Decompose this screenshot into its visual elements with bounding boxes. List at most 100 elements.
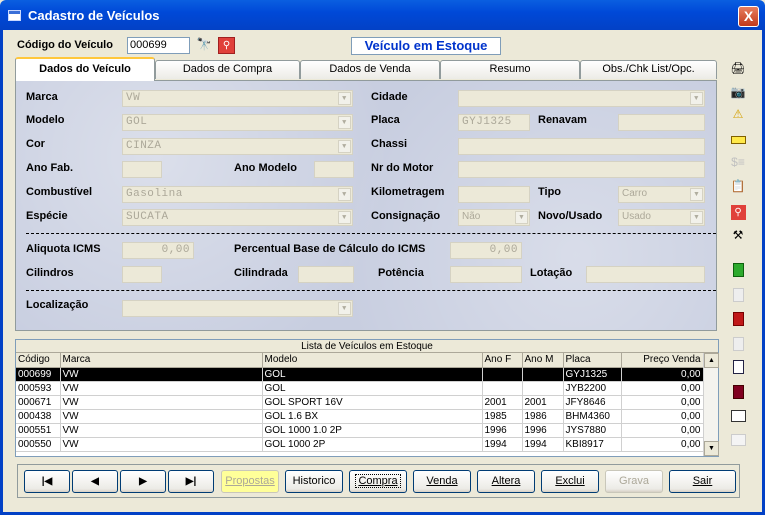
lotacao-input[interactable] bbox=[586, 266, 705, 283]
doc-disabled-icon[interactable] bbox=[728, 288, 748, 308]
search-red-icon[interactable]: ⚲ bbox=[728, 201, 748, 221]
compra-button[interactable]: Compra bbox=[349, 470, 407, 493]
localizacao-select[interactable]: ▼ bbox=[122, 300, 353, 317]
marca-select[interactable]: VW ▼ bbox=[122, 90, 353, 107]
tab-obs[interactable]: Obs./Chk List/Opc. bbox=[580, 60, 717, 79]
tab-dados-veiculo[interactable]: Dados do Veículo bbox=[15, 57, 155, 81]
form-icon[interactable] bbox=[728, 408, 748, 428]
novousado-select[interactable]: Usado ▼ bbox=[618, 209, 705, 226]
codigo-label: Código do Veículo bbox=[17, 39, 113, 51]
grid-header-cell[interactable]: Ano M bbox=[522, 353, 564, 368]
historico-label: Historico bbox=[292, 475, 336, 487]
km-input[interactable] bbox=[458, 186, 530, 203]
tab-dados-compra[interactable]: Dados de Compra bbox=[155, 60, 300, 79]
vehicle-grid[interactable]: Lista de Veículos em Estoque Código Marca… bbox=[15, 339, 719, 457]
grid-header-cell[interactable]: Marca bbox=[60, 353, 263, 368]
placa-label: Placa bbox=[371, 114, 400, 126]
doc-blue-icon[interactable] bbox=[728, 360, 748, 380]
novousado-label: Novo/Usado bbox=[538, 210, 603, 222]
first-icon: |◀ bbox=[41, 476, 53, 487]
icms-input[interactable]: 0,00 bbox=[122, 242, 194, 259]
sair-button[interactable]: Sair bbox=[669, 470, 736, 493]
motor-label: Nr do Motor bbox=[371, 162, 434, 174]
especie-select[interactable]: SUCATA ▼ bbox=[122, 209, 353, 226]
title-bar: Cadastro de Veículos X bbox=[0, 0, 765, 30]
chassi-input[interactable] bbox=[458, 138, 705, 155]
cor-select[interactable]: CINZA ▼ bbox=[122, 138, 353, 155]
grid-header-cell[interactable]: Ano F bbox=[482, 353, 523, 368]
modelo-select[interactable]: GOL ▼ bbox=[122, 114, 353, 131]
tipo-select[interactable]: Carro ▼ bbox=[618, 186, 705, 203]
especie-value: SUCATA bbox=[126, 211, 169, 223]
chevron-down-icon: ▼ bbox=[515, 211, 528, 224]
altera-button[interactable]: Altera bbox=[477, 470, 535, 493]
localizacao-label: Localização bbox=[26, 299, 89, 311]
anofab-input[interactable] bbox=[122, 161, 162, 178]
cilindrada-input[interactable] bbox=[298, 266, 354, 283]
camera-icon[interactable]: 📷 bbox=[728, 82, 748, 102]
doc-darkred-icon[interactable] bbox=[728, 385, 748, 405]
exclui-button[interactable]: Exclui bbox=[541, 470, 599, 493]
cidade-select[interactable]: ▼ bbox=[458, 90, 705, 107]
table-row[interactable]: 000550 VW GOL 1000 2P 1994 1994 KBI8917 0,00 bbox=[16, 437, 704, 452]
doc-green-icon[interactable] bbox=[728, 263, 748, 283]
combustivel-select[interactable]: Gasolina ▼ bbox=[122, 186, 353, 203]
tab-dados-venda[interactable]: Dados de Venda bbox=[300, 60, 440, 79]
last-record-button[interactable]: ▶| bbox=[168, 470, 214, 493]
close-button[interactable]: X bbox=[738, 6, 759, 27]
grid-header-cell[interactable]: Modelo bbox=[262, 353, 483, 368]
table-row[interactable]: 000671 VW GOL SPORT 16V 2001 2001 JFY8646 0,00 bbox=[16, 395, 704, 410]
exclui-label: Exclui bbox=[555, 475, 585, 487]
table-row[interactable]: 000699 VW GOL GYJ1325 0,00 bbox=[16, 367, 704, 382]
grid-cell: BHM4360 bbox=[563, 409, 622, 424]
grava-button[interactable]: Grava bbox=[605, 470, 663, 493]
tools-icon[interactable]: ⚒ bbox=[728, 225, 748, 245]
doc-disabled-icon[interactable] bbox=[728, 337, 748, 357]
grid-header-cell[interactable]: Código bbox=[16, 353, 61, 368]
chevron-down-icon: ▼ bbox=[338, 188, 351, 201]
base-input[interactable]: 0,00 bbox=[450, 242, 522, 259]
historico-button[interactable]: Historico bbox=[285, 470, 343, 493]
cilindros-input[interactable] bbox=[122, 266, 162, 283]
venda-button[interactable]: Venda bbox=[413, 470, 471, 493]
money-icon[interactable]: $≡ bbox=[728, 152, 748, 172]
prev-record-button[interactable]: ◀ bbox=[72, 470, 118, 493]
chevron-down-icon: ▼ bbox=[690, 211, 703, 224]
warning-icon[interactable]: ⚠ bbox=[728, 104, 748, 124]
anomodelo-input[interactable] bbox=[314, 161, 354, 178]
binoculars-icon[interactable]: 🔭 bbox=[195, 37, 213, 54]
consignacao-select[interactable]: Não ▼ bbox=[458, 209, 530, 226]
grid-scrollbar[interactable]: ▲ ▼ bbox=[703, 353, 719, 456]
scroll-up-icon[interactable]: ▲ bbox=[704, 353, 719, 368]
doc-red-icon[interactable] bbox=[728, 312, 748, 332]
potencia-input[interactable] bbox=[450, 266, 522, 283]
grid-cell: 0,00 bbox=[621, 395, 704, 410]
renavam-input[interactable] bbox=[618, 114, 705, 131]
form-disabled-icon[interactable] bbox=[728, 432, 748, 452]
next-record-button[interactable]: ▶ bbox=[120, 470, 166, 493]
grid-header-cell[interactable]: Placa bbox=[563, 353, 622, 368]
grid-cell: 000550 bbox=[16, 437, 61, 452]
novousado-value: Usado bbox=[622, 211, 651, 222]
table-row[interactable]: 000438 VW GOL 1.6 BX 1985 1986 BHM4360 0,00 bbox=[16, 409, 704, 424]
motor-input[interactable] bbox=[458, 161, 705, 178]
printer-icon[interactable]: 🖨 bbox=[728, 58, 748, 78]
grid-header-cell[interactable]: Preço Venda bbox=[621, 353, 704, 368]
grid-cell: VW bbox=[60, 367, 263, 382]
table-row[interactable]: 000593 VW GOL JYB2200 0,00 bbox=[16, 381, 704, 396]
clipboard-icon[interactable]: 📋 bbox=[728, 176, 748, 196]
propostas-button[interactable]: Propostas bbox=[221, 470, 279, 493]
chevron-down-icon: ▼ bbox=[338, 211, 351, 224]
grid-cell: 2001 bbox=[482, 395, 523, 410]
scroll-down-icon[interactable]: ▼ bbox=[704, 441, 719, 456]
tab-resumo[interactable]: Resumo bbox=[440, 60, 580, 79]
icms-label: Aliquota ICMS bbox=[26, 243, 101, 255]
table-row[interactable]: 000551 VW GOL 1000 1.0 2P 1996 1996 JYS7880 0,… bbox=[16, 423, 704, 438]
grid-cell: VW bbox=[60, 395, 263, 410]
first-record-button[interactable]: |◀ bbox=[24, 470, 70, 493]
placa-input[interactable]: GYJ1325 bbox=[458, 114, 530, 131]
codigo-input[interactable]: 000699 bbox=[127, 37, 190, 54]
search-red-icon[interactable]: ⚲ bbox=[218, 37, 235, 54]
last-icon: ▶| bbox=[185, 476, 197, 487]
ruler-icon[interactable] bbox=[728, 129, 748, 149]
